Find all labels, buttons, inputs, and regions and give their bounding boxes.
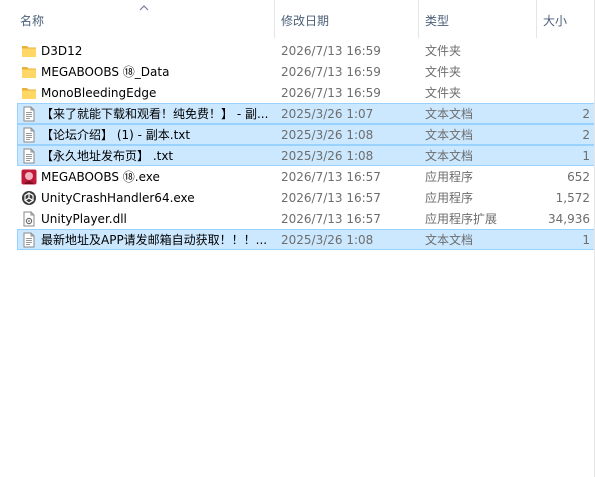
file-type: 应用程序扩展: [425, 212, 498, 226]
text-file-icon: [21, 148, 37, 164]
file-row[interactable]: 【来了就能下载和观看！纯免费！】 - 副... 2025/3/26 1:07 文本文…: [17, 103, 595, 124]
file-type: 文本文档: [425, 149, 474, 163]
file-date: 2026/7/13 16:57: [281, 191, 381, 205]
file-size: 1: [582, 149, 590, 163]
file-date: 2025/3/26 1:08: [281, 149, 374, 163]
file-date: 2026/7/13 16:57: [281, 212, 381, 226]
column-date-label: 修改日期: [281, 14, 330, 28]
file-name: 【来了就能下载和观看！纯免费！】 - 副...: [41, 107, 269, 121]
file-date: 2025/3/26 1:07: [281, 107, 374, 121]
file-date: 2026/7/13 16:59: [281, 65, 381, 79]
folder-icon: [21, 64, 37, 80]
text-file-icon: [21, 106, 37, 122]
file-list: D3D12 2026/7/13 16:59 文件夹 MEGABOOBS ⑱_Data 2…: [17, 40, 595, 250]
file-type: 文本文档: [425, 233, 474, 247]
text-file-icon: [21, 232, 37, 248]
file-name: MonoBleedingEdge: [41, 86, 157, 100]
column-header: 名称 修改日期 类型 大小: [0, 0, 595, 38]
file-date: 2026/7/13 16:57: [281, 170, 381, 184]
file-name: MEGABOOBS ⑱_Data: [41, 65, 170, 79]
file-type: 应用程序: [425, 170, 474, 184]
file-size: 34,936: [548, 212, 590, 226]
file-type: 文件夹: [425, 65, 462, 79]
file-row[interactable]: 最新地址及APP请发邮箱自动获取！！！... 2025/3/26 1:08 文本文档…: [17, 229, 595, 250]
file-date: 2026/7/13 16:59: [281, 44, 381, 58]
file-name: UnityPlayer.dll: [41, 212, 127, 226]
file-row[interactable]: UnityCrashHandler64.exe 2026/7/13 16:57 应用…: [17, 187, 595, 208]
app-exe-icon: [21, 169, 37, 185]
file-date: 2025/3/26 1:08: [281, 233, 374, 247]
column-name-label: 名称: [20, 14, 45, 28]
column-type-label: 类型: [425, 14, 450, 28]
file-row[interactable]: 【永久地址发布页】 .txt 2025/3/26 1:08 文本文档 1: [17, 145, 595, 166]
file-name: UnityCrashHandler64.exe: [41, 191, 195, 205]
file-row[interactable]: UnityPlayer.dll 2026/7/13 16:57 应用程序扩展 34,9…: [17, 208, 595, 229]
file-size: 1,572: [555, 191, 590, 205]
sort-ascending-icon: [139, 5, 149, 11]
file-row[interactable]: D3D12 2026/7/13 16:59 文件夹: [17, 40, 595, 61]
file-type: 文件夹: [425, 86, 462, 100]
file-name: D3D12: [41, 44, 83, 58]
folder-icon: [21, 85, 37, 101]
file-type: 文本文档: [425, 128, 474, 142]
column-header-date[interactable]: 修改日期: [274, 0, 418, 38]
unity-exe-icon: [21, 190, 37, 206]
file-name: MEGABOOBS ⑱.exe: [41, 170, 160, 184]
file-row[interactable]: MEGABOOBS ⑱.exe 2026/7/13 16:57 应用程序 652: [17, 166, 595, 187]
file-size: 2: [582, 107, 590, 121]
file-date: 2026/7/13 16:59: [281, 86, 381, 100]
file-size: 2: [582, 128, 590, 142]
column-header-size[interactable]: 大小: [536, 0, 595, 38]
file-row[interactable]: MEGABOOBS ⑱_Data 2026/7/13 16:59 文件夹: [17, 61, 595, 82]
file-date: 2025/3/26 1:08: [281, 128, 374, 142]
file-size: 652: [567, 170, 590, 184]
text-file-icon: [21, 127, 37, 143]
file-name: 【永久地址发布页】 .txt: [41, 149, 174, 163]
column-header-type[interactable]: 类型: [418, 0, 536, 38]
folder-icon: [21, 43, 37, 59]
file-name: 最新地址及APP请发邮箱自动获取！！！...: [41, 233, 268, 247]
file-row[interactable]: MonoBleedingEdge 2026/7/13 16:59 文件夹: [17, 82, 595, 103]
column-size-label: 大小: [543, 14, 568, 28]
file-type: 文件夹: [425, 44, 462, 58]
file-row[interactable]: 【论坛介绍】 (1) - 副本.txt 2025/3/26 1:08 文本文档 2: [17, 124, 595, 145]
file-size: 1: [582, 233, 590, 247]
file-type: 文本文档: [425, 107, 474, 121]
file-type: 应用程序: [425, 191, 474, 205]
file-name: 【论坛介绍】 (1) - 副本.txt: [41, 128, 191, 142]
dll-file-icon: [21, 211, 37, 227]
